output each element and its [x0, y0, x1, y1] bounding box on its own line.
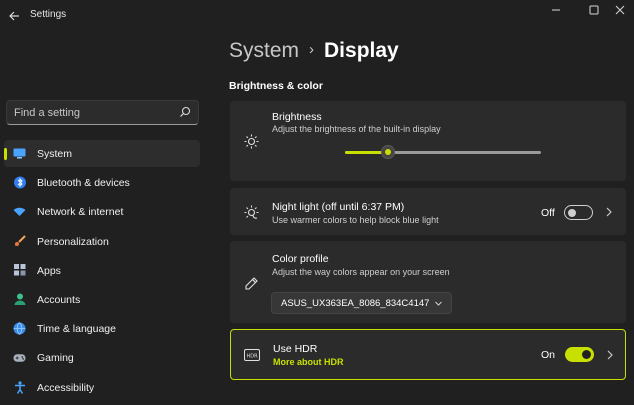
accessibility-icon [13, 380, 26, 394]
sidebar-nav: System Bluetooth & devices Network & int… [4, 140, 200, 403]
color-profile-card: Color profile Adjust the way colors appe… [230, 241, 626, 323]
night-light-subtitle: Use warmer colors to help block blue lig… [272, 215, 439, 225]
toggle-knob [582, 350, 591, 359]
breadcrumb: System › Display [229, 39, 399, 63]
minimize-icon [552, 9, 560, 11]
back-arrow-icon [9, 11, 19, 21]
hdr-title: Use HDR [273, 343, 318, 355]
app-title: Settings [30, 9, 67, 20]
gamepad-icon [13, 351, 26, 364]
sidebar-item-label: Bluetooth & devices [37, 177, 130, 190]
search-placeholder: Find a setting [14, 107, 81, 119]
sidebar-item-label: System [37, 148, 73, 160]
night-light-card[interactable]: Night light (off until 6:37 PM) Use warm… [230, 188, 626, 235]
chevron-right-icon[interactable] [605, 350, 615, 360]
brightness-card: Brightness Adjust the brightness of the … [230, 101, 626, 181]
chevron-down-icon [435, 301, 442, 306]
color-profile-subtitle: Adjust the way colors appear on your scr… [272, 267, 450, 277]
bluetooth-icon [13, 176, 26, 189]
globe-icon [13, 322, 26, 335]
sun-moon-icon [243, 204, 259, 220]
hdr-card[interactable]: HDR Use HDR More about HDR On [230, 329, 626, 380]
brightness-slider[interactable] [345, 145, 541, 159]
sidebar-item-label: Gaming [37, 352, 74, 365]
sidebar-item-apps[interactable]: Apps [4, 257, 200, 284]
sidebar-item-label: Personalization [37, 235, 109, 248]
sidebar-item-bluetooth[interactable]: Bluetooth & devices [4, 169, 200, 196]
sun-icon [243, 133, 259, 149]
brightness-subtitle: Adjust the brightness of the built-in di… [272, 124, 441, 134]
sidebar-item-label: Accessibility [37, 381, 95, 394]
sidebar-item-accessibility[interactable]: Accessibility [4, 374, 200, 401]
eyedropper-icon [243, 275, 259, 291]
maximize-icon [589, 5, 599, 15]
night-light-toggle[interactable] [564, 205, 593, 220]
sidebar-item-personalization[interactable]: Personalization [4, 228, 200, 255]
sidebar-item-accounts[interactable]: Accounts [4, 286, 200, 313]
page-title: Display [324, 39, 399, 62]
close-icon [615, 5, 625, 15]
svg-text:HDR: HDR [246, 353, 258, 359]
wifi-icon [13, 205, 26, 218]
brush-icon [13, 235, 26, 248]
search-input[interactable]: Find a setting [6, 100, 199, 125]
night-light-state: Off [541, 207, 555, 219]
color-profile-dropdown[interactable]: ASUS_UX363EA_8086_834C4147 [271, 292, 452, 314]
hdr-icon: HDR [244, 347, 260, 363]
person-icon [13, 293, 26, 306]
sidebar-item-network[interactable]: Network & internet [4, 198, 200, 225]
chevron-right-icon[interactable] [604, 207, 614, 217]
search-icon [180, 106, 191, 117]
close-button[interactable] [602, 0, 634, 20]
hdr-toggle[interactable] [565, 347, 594, 362]
sidebar-item-time-language[interactable]: Time & language [4, 315, 200, 342]
sidebar-item-label: Accounts [37, 293, 81, 306]
minimize-button[interactable] [538, 0, 574, 20]
hdr-state: On [541, 349, 556, 361]
dropdown-selected-value: ASUS_UX363EA_8086_834C4147 [281, 298, 430, 309]
brightness-slider-thumb[interactable] [381, 145, 396, 159]
sidebar-item-system[interactable]: System [4, 140, 200, 167]
breadcrumb-separator: › [309, 41, 315, 58]
monitor-icon [13, 147, 26, 160]
section-title: Brightness & color [229, 80, 323, 92]
brightness-title: Brightness [272, 111, 322, 123]
sidebar-item-label: Apps [37, 264, 61, 277]
color-profile-title: Color profile [272, 253, 329, 265]
sidebar-item-label: Time & language [37, 323, 116, 336]
more-about-hdr-link[interactable]: More about HDR [273, 357, 344, 367]
sidebar-item-label: Network & internet [37, 206, 124, 219]
toggle-knob [568, 208, 576, 217]
back-button[interactable] [4, 6, 24, 26]
sidebar-item-gaming[interactable]: Gaming [4, 344, 200, 371]
title-bar: Settings [0, 0, 634, 32]
apps-icon [13, 264, 26, 277]
breadcrumb-parent[interactable]: System [229, 39, 299, 62]
night-light-title: Night light (off until 6:37 PM) [272, 201, 405, 213]
